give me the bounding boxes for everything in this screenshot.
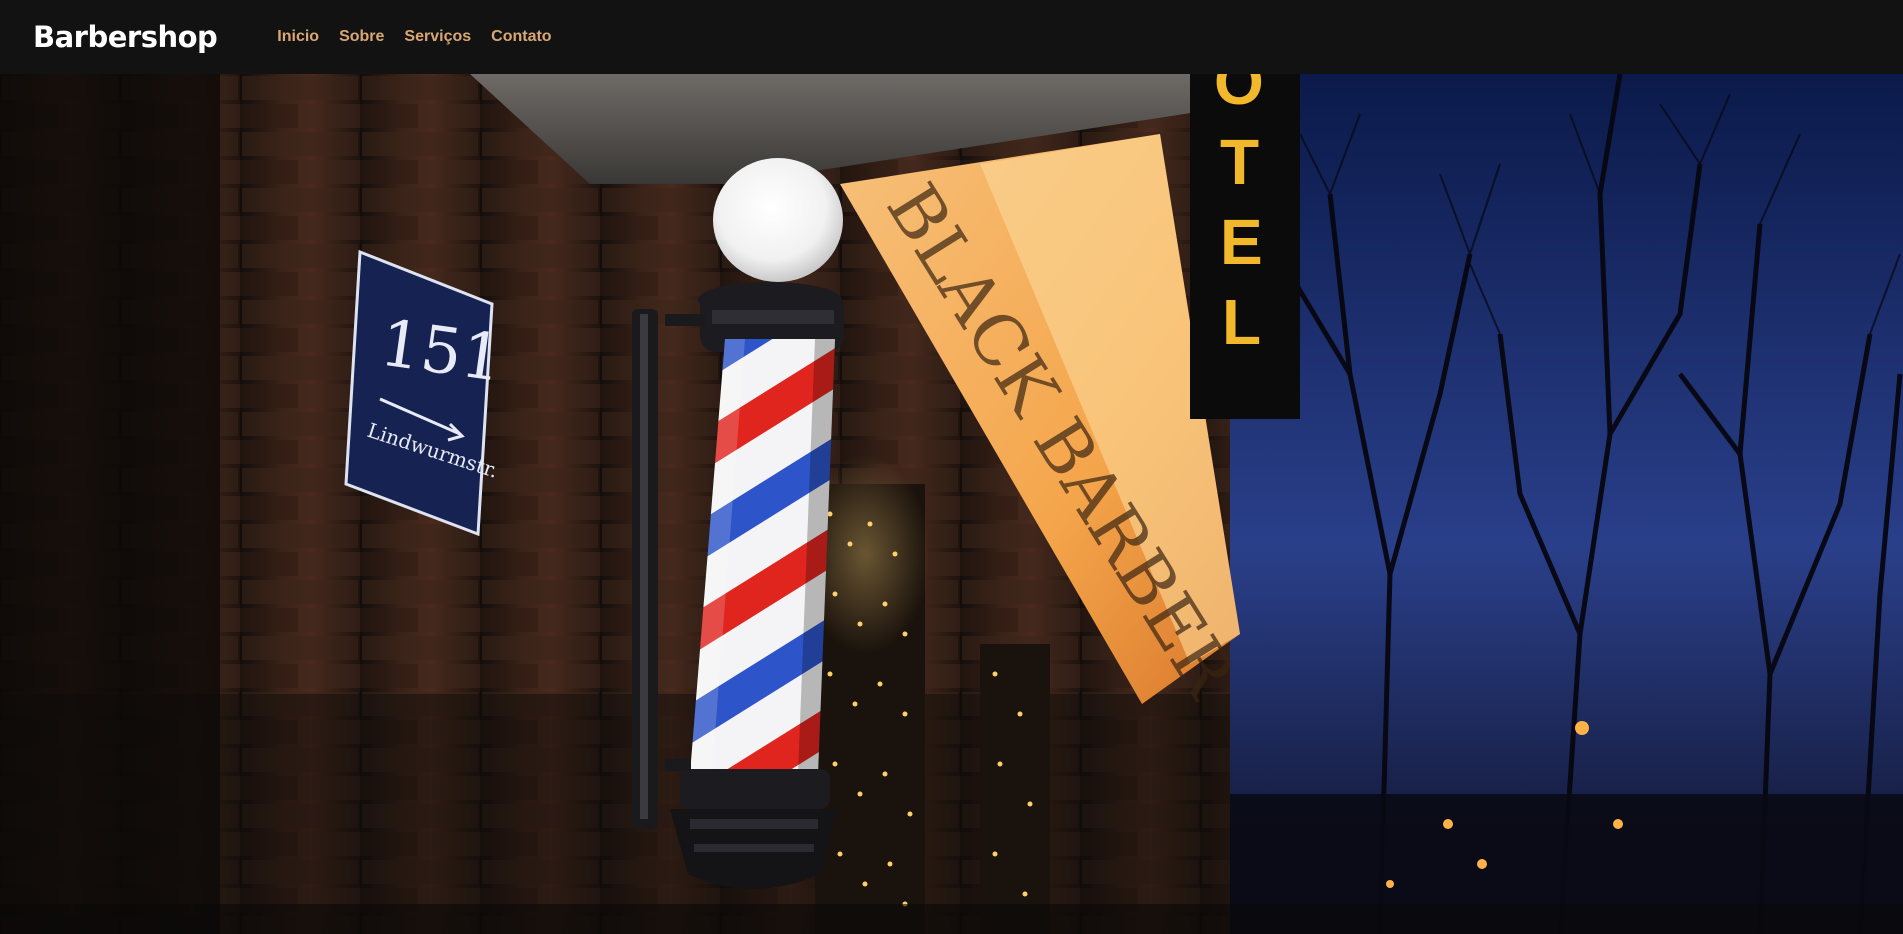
nav-link-inicio[interactable]: Inicio xyxy=(277,28,319,46)
nav-link-contato[interactable]: Contato xyxy=(491,28,551,46)
hotel-letter-t: T xyxy=(1220,126,1259,198)
nav-link-servicos[interactable]: Serviços xyxy=(404,28,471,46)
nav-link-sobre[interactable]: Sobre xyxy=(339,28,384,46)
top-navbar: Barbershop Inicio Sobre Serviços Contato xyxy=(0,0,1903,74)
hotel-letter-e: E xyxy=(1220,206,1263,278)
hotel-letter-o: O xyxy=(1214,74,1264,118)
hero-image: BLACK BARBER O T E L 151 Lindwurmstr. xyxy=(0,74,1903,934)
hotel-letter-l: L xyxy=(1222,286,1261,358)
hero-banner: BLACK BARBER O T E L 151 Lindwurmstr. xyxy=(0,74,1903,934)
main-nav: Inicio Sobre Serviços Contato xyxy=(277,28,551,46)
brand-logo[interactable]: Barbershop xyxy=(33,20,218,54)
